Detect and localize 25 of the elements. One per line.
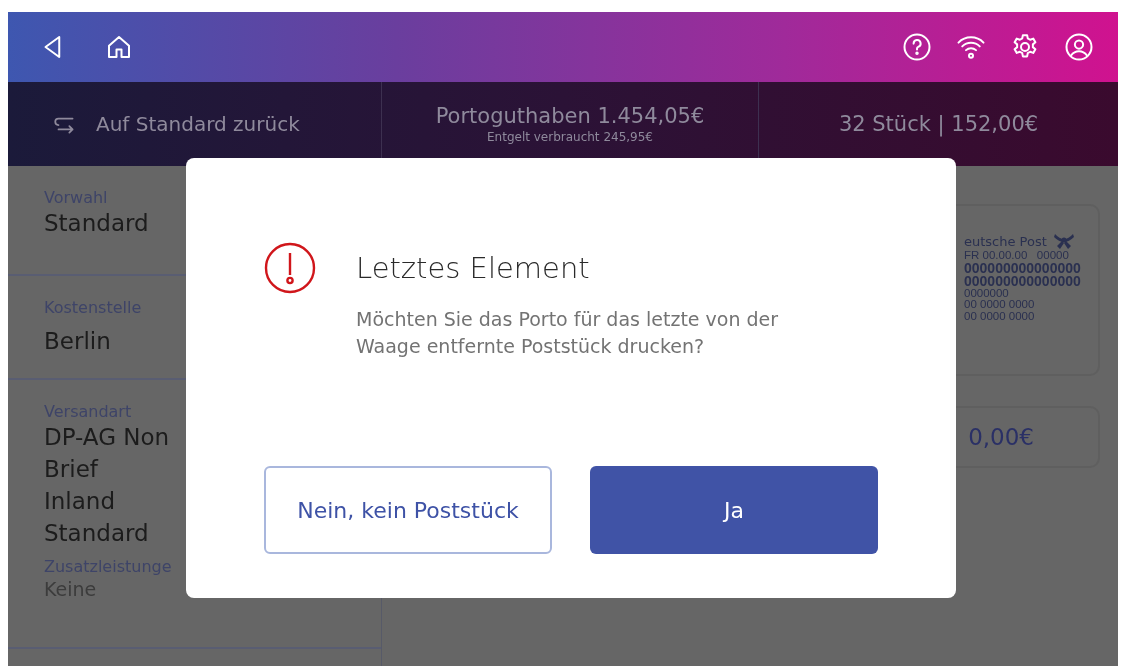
- help-icon[interactable]: [902, 32, 932, 62]
- postage-balance: Portoguthaben 1.454,05€: [435, 104, 705, 128]
- stamp-brand: eutsche Post: [964, 233, 1047, 249]
- reset-to-default-button[interactable]: Auf Standard zurück: [44, 107, 308, 141]
- setting-value: DP-AG Non: [44, 423, 170, 452]
- stamp-line: 0000000: [964, 287, 1009, 299]
- setting-value: Standard: [44, 519, 149, 548]
- yes-button[interactable]: Ja: [590, 466, 878, 554]
- setting-value: Standard: [44, 209, 149, 238]
- stamp-line: FR 00.00.00 00000: [964, 250, 1069, 262]
- user-icon[interactable]: [1064, 32, 1094, 62]
- warning-icon: [264, 242, 316, 294]
- setting-value: Brief: [44, 455, 98, 484]
- stamp-line: 00 0000 0000: [964, 299, 1035, 311]
- dialog-message: Möchten Sie das Porto für das letzte von der Waage entfernte Poststück drucken?: [356, 307, 780, 359]
- stamp-line: 00 0000 0000: [964, 310, 1035, 322]
- stamp-line: 000000000000000: [964, 274, 1081, 288]
- setting-value: Berlin: [44, 327, 111, 356]
- no-button[interactable]: Nein, kein Poststück: [264, 466, 552, 554]
- fee-used-note: Entgelt verbraucht 245,95€: [487, 130, 653, 144]
- stamp-line: 000000000000000: [964, 261, 1081, 275]
- dialog-title: Letztes Element: [356, 251, 590, 285]
- piece-count-total: 32 Stück | 152,00€: [838, 112, 1039, 136]
- post-horn-icon: [1052, 232, 1075, 250]
- setting-value: Inland: [44, 487, 116, 516]
